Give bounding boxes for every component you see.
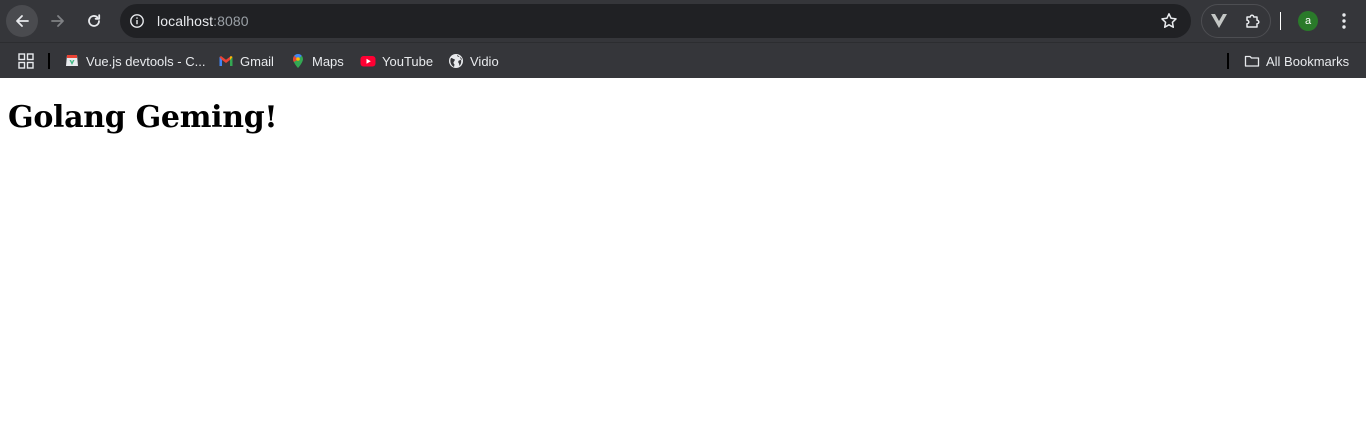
bookmarks-separator-right — [1227, 53, 1229, 69]
page-heading: Golang Geming! — [8, 100, 278, 135]
star-icon — [1161, 13, 1177, 28]
folder-icon — [1244, 53, 1260, 69]
bookmark-youtube[interactable]: YouTube — [360, 51, 433, 71]
site-info-button[interactable] — [124, 8, 150, 34]
bookmarks-bar: Vue.js devtools - C... Gmail Maps YouTub… — [0, 42, 1366, 78]
reload-icon — [88, 14, 101, 27]
maps-favicon — [290, 53, 306, 69]
apps-button[interactable] — [18, 53, 34, 69]
info-icon — [130, 14, 144, 28]
all-bookmarks-button[interactable]: All Bookmarks — [1244, 51, 1349, 71]
bookmark-label: Maps — [312, 53, 344, 69]
bookmark-label: Vidio — [470, 53, 499, 69]
bookmark-vidio[interactable]: Vidio — [448, 51, 499, 71]
kebab-menu-icon — [1342, 13, 1346, 29]
puzzle-icon — [1246, 14, 1260, 28]
url-port: :8080 — [213, 13, 249, 29]
browser-menu-button[interactable] — [1334, 10, 1354, 32]
profile-avatar[interactable]: a — [1298, 11, 1318, 31]
vue-devtools-extension-button[interactable] — [1202, 5, 1236, 37]
url-host: localhost — [157, 13, 214, 29]
back-button[interactable] — [6, 5, 38, 37]
bookmark-maps[interactable]: Maps — [290, 51, 344, 71]
bookmark-label: YouTube — [382, 53, 434, 69]
bookmark-label: Gmail — [240, 53, 274, 69]
page-content: Golang Geming! — [0, 79, 1366, 445]
bookmarks-separator — [48, 53, 50, 69]
arrow-right-icon — [51, 15, 64, 27]
arrow-left-icon — [16, 15, 29, 27]
browser-toolbar: localhost:8080 a — [0, 0, 1366, 42]
bookmark-vue-devtools[interactable]: Vue.js devtools - C... — [64, 51, 205, 71]
forward-button[interactable] — [42, 5, 74, 37]
extensions-button[interactable] — [1236, 5, 1270, 37]
bookmark-label: Vue.js devtools - C... — [86, 53, 206, 69]
url-text[interactable]: localhost:8080 — [157, 13, 249, 29]
all-bookmarks-label: All Bookmarks — [1266, 53, 1350, 69]
apps-grid-icon — [18, 53, 34, 69]
youtube-favicon — [360, 53, 376, 69]
reload-button[interactable] — [78, 5, 110, 37]
bookmark-star-button[interactable] — [1159, 11, 1179, 31]
gmail-favicon — [218, 53, 234, 69]
bookmark-gmail[interactable]: Gmail — [218, 51, 274, 71]
address-bar[interactable]: localhost:8080 — [120, 4, 1191, 38]
vue-devtools-favicon — [64, 53, 80, 69]
toolbar-divider — [1280, 12, 1281, 30]
browser-window: localhost:8080 a Vue.js devtools - C... … — [0, 0, 1366, 445]
globe-favicon — [448, 53, 464, 69]
extensions-group — [1201, 4, 1271, 38]
vue-devtools-icon — [1211, 14, 1227, 28]
